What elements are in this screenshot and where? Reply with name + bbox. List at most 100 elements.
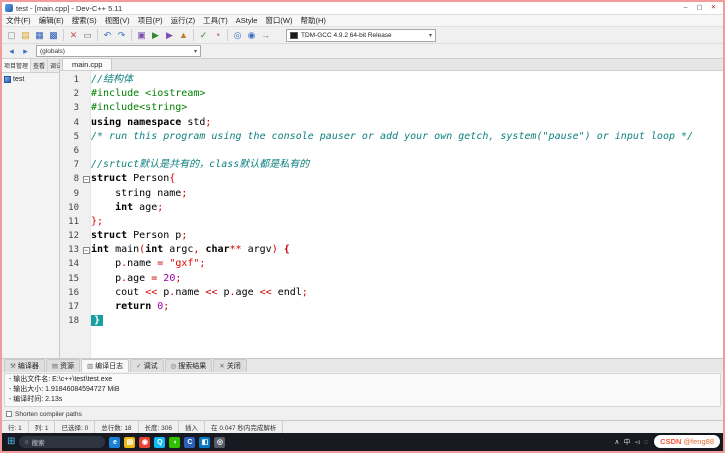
- menu-item[interactable]: 项目(P): [138, 15, 163, 26]
- code-line: 8− struct Person{: [60, 172, 723, 186]
- maximize-button[interactable]: ▢: [693, 3, 706, 13]
- menu-item[interactable]: 帮助(H): [301, 15, 326, 26]
- back-icon[interactable]: ◂: [5, 45, 18, 58]
- code-token: struct: [91, 230, 128, 242]
- taskbar-search[interactable]: ○ 搜索: [19, 436, 106, 448]
- toolbar-icons: ▢ ▤ ▦ ▩ ✕ ▭ ↶ ↷ ▣ ▶ ▶ ▲ ✓ ◔ ◎ ◉ →: [5, 29, 272, 42]
- bottom-panel-tabs: ⚒ 编译器 ▤ 资源 ▥ 编译日志 ✓ 调试 ◎ 搜索结果 ✕ 关闭: [2, 359, 723, 372]
- line-number: 13: [68, 245, 79, 256]
- code-text[interactable]: /* run this program using the console pa…: [91, 130, 723, 144]
- minimize-button[interactable]: –: [679, 3, 692, 13]
- open-file-icon[interactable]: ▤: [19, 29, 32, 42]
- edge-icon[interactable]: e: [109, 436, 121, 448]
- code-text[interactable]: int age;: [91, 201, 723, 215]
- menu-item[interactable]: 搜索(S): [72, 15, 97, 26]
- code-text[interactable]: string name;: [91, 187, 723, 201]
- save-all-icon[interactable]: ▩: [47, 29, 60, 42]
- undo-icon[interactable]: ↶: [101, 29, 114, 42]
- run-icon[interactable]: ▶: [149, 29, 162, 42]
- network-icon[interactable]: ◌: [644, 439, 648, 446]
- class-browser-combo[interactable]: (globals) ▾: [36, 45, 201, 57]
- qq-icon[interactable]: Q: [154, 436, 166, 448]
- code-text[interactable]: p.age = 20;: [91, 272, 723, 286]
- menu-item[interactable]: AStyle: [236, 16, 258, 25]
- menu-item[interactable]: 文件(F): [6, 15, 31, 26]
- goto-icon[interactable]: →: [259, 29, 272, 42]
- wechat-icon[interactable]: ◖: [169, 436, 181, 448]
- profile-icon[interactable]: ◔: [211, 29, 224, 42]
- code-text[interactable]: //srtuct默认是共有的，class默认都是私有的: [91, 158, 723, 172]
- code-token: 20: [163, 272, 176, 284]
- code-text[interactable]: struct Person p;: [91, 229, 723, 243]
- menu-item[interactable]: 编辑(E): [39, 15, 64, 26]
- debug-icon[interactable]: ✓: [197, 29, 210, 42]
- volume-icon[interactable]: ◅: [634, 438, 639, 446]
- chrome-icon[interactable]: ◉: [139, 436, 151, 448]
- code-text[interactable]: }: [91, 314, 723, 328]
- fold-collapse-icon[interactable]: −: [82, 246, 90, 254]
- code-text[interactable]: using namespace std;: [91, 116, 723, 130]
- tab-close[interactable]: ✕ 关闭: [213, 359, 247, 372]
- tab-compiler[interactable]: ⚒ 编译器: [4, 359, 45, 372]
- project-panel-tab[interactable]: 项目管理: [2, 59, 32, 72]
- close-file-icon[interactable]: ✕: [67, 29, 80, 42]
- project-tree-item[interactable]: test: [13, 76, 24, 83]
- forward-icon[interactable]: ▸: [19, 45, 32, 58]
- code-editor[interactable]: 1 //结构体 2 #include <iostream> 3 #include<stri…: [60, 71, 723, 358]
- toolbar-separator: [227, 29, 228, 41]
- shorten-paths-checkbox[interactable]: [6, 411, 12, 417]
- code-line: 18}: [60, 314, 723, 328]
- code-text[interactable]: #include<string>: [91, 101, 723, 115]
- tab-label: 资源: [59, 363, 74, 370]
- code-text[interactable]: };: [91, 215, 723, 229]
- explorer-icon[interactable]: ▤: [124, 436, 136, 448]
- code-token: <<: [205, 286, 218, 298]
- project-panel-tab[interactable]: 查看: [31, 59, 49, 72]
- tray-chevron-icon[interactable]: ∧: [614, 438, 619, 446]
- fold-collapse-icon[interactable]: −: [82, 175, 90, 183]
- tab-find-results[interactable]: ◎ 搜索结果: [164, 359, 213, 372]
- start-button[interactable]: ⊞: [7, 437, 15, 447]
- replace-icon[interactable]: ◉: [245, 29, 258, 42]
- code-text[interactable]: [91, 144, 723, 158]
- tab-compile-log[interactable]: ▥ 编译日志: [80, 359, 130, 372]
- compiler-profile-combo[interactable]: TDM-GCC 4.9.2 64-bit Release ▾: [286, 28, 436, 42]
- fold-marker: [81, 187, 91, 201]
- rebuild-icon[interactable]: ▲: [177, 29, 190, 42]
- menu-item[interactable]: 运行(Z): [171, 15, 196, 26]
- menu-item[interactable]: 视图(V): [105, 15, 130, 26]
- menu-item[interactable]: 工具(T): [203, 15, 228, 26]
- print-icon[interactable]: ▭: [81, 29, 94, 42]
- code-text[interactable]: int main(int argc, char** argv) {: [91, 243, 723, 257]
- fold-marker: [81, 300, 91, 314]
- code-text[interactable]: p.name = "gxf";: [91, 257, 723, 271]
- devcpp-icon[interactable]: C: [184, 436, 196, 448]
- menu-item[interactable]: 窗口(W): [265, 15, 292, 26]
- code-text[interactable]: cout << p.name << p.age << endl;: [91, 286, 723, 300]
- code-text[interactable]: #include <iostream>: [91, 87, 723, 101]
- steam-icon[interactable]: ◎: [214, 436, 226, 448]
- code-token: p: [91, 272, 122, 284]
- compile-run-icon[interactable]: ▶: [163, 29, 176, 42]
- code-token: ;: [181, 187, 188, 199]
- new-file-icon[interactable]: ▢: [5, 29, 18, 42]
- editor-tab-maincpp[interactable]: main.cpp: [62, 58, 113, 70]
- close-button[interactable]: ✕: [707, 3, 720, 13]
- vscode-icon[interactable]: ◧: [199, 436, 211, 448]
- find-icon[interactable]: ◎: [231, 29, 244, 42]
- fold-marker[interactable]: −: [81, 243, 91, 257]
- project-icon: [4, 76, 11, 83]
- tab-debug[interactable]: ✓ 调试: [130, 359, 164, 372]
- code-line: 12 struct Person p;: [60, 229, 723, 243]
- code-text[interactable]: return 0;: [91, 300, 723, 314]
- compile-icon[interactable]: ▣: [135, 29, 148, 42]
- compiler-profile-value: TDM-GCC 4.9.2 64-bit Release: [301, 31, 392, 39]
- code-text[interactable]: struct Person{: [91, 172, 723, 186]
- redo-icon[interactable]: ↷: [115, 29, 128, 42]
- tab-compile-log-icon: ▥: [86, 363, 94, 370]
- fold-marker[interactable]: −: [81, 172, 91, 186]
- ime-indicator[interactable]: 中: [623, 437, 630, 447]
- code-text[interactable]: //结构体: [91, 73, 723, 87]
- save-icon[interactable]: ▦: [33, 29, 46, 42]
- tab-resources[interactable]: ▤ 资源: [45, 359, 80, 372]
